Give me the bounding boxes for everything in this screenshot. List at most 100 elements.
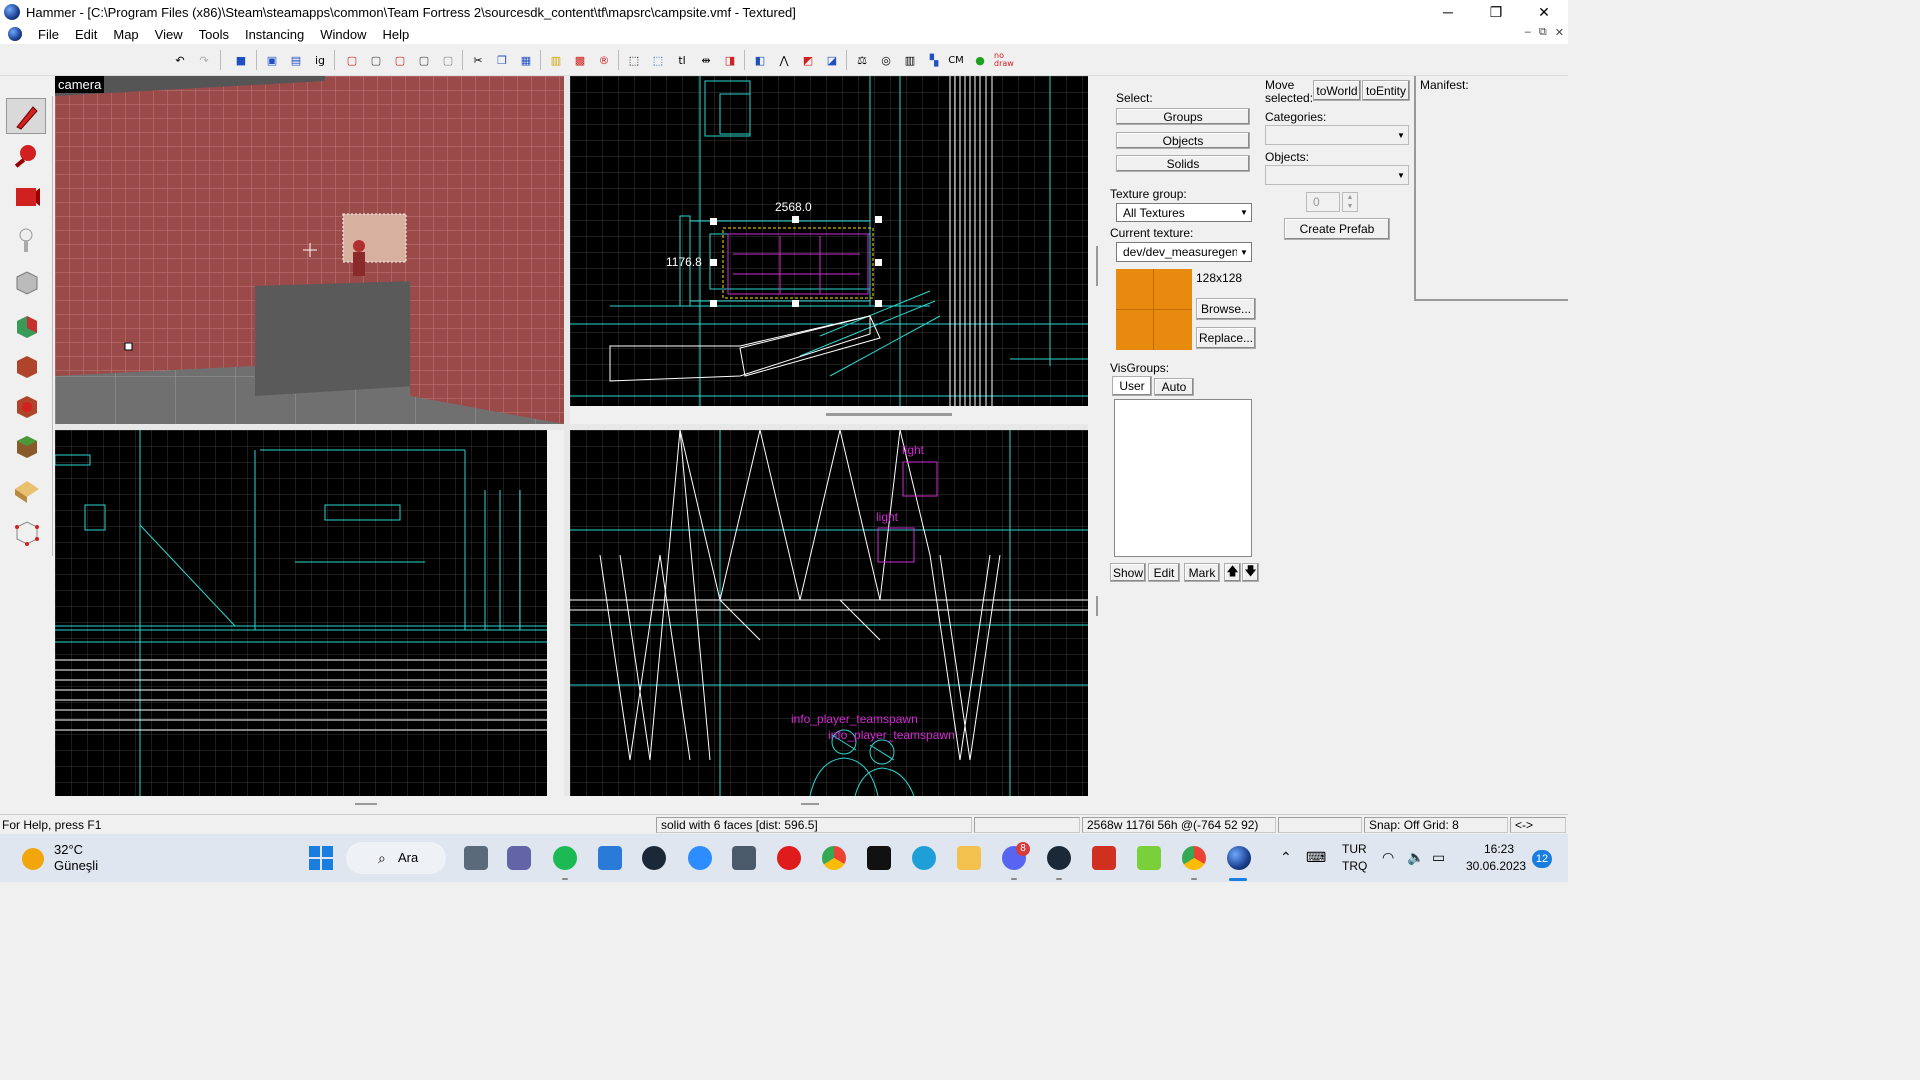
- file-explorer-icon[interactable]: [957, 846, 981, 870]
- block-tool-icon[interactable]: [6, 264, 46, 300]
- copy-icon[interactable]: ❐: [492, 50, 512, 70]
- menu-instancing[interactable]: Instancing: [237, 27, 312, 42]
- visgroup-mark-button[interactable]: Mark: [1184, 563, 1220, 582]
- visgroup-show-button[interactable]: Show: [1110, 563, 1146, 582]
- calculator-icon[interactable]: [732, 846, 756, 870]
- group-icon[interactable]: ▣: [262, 50, 282, 70]
- battery-icon[interactable]: ▭: [1432, 849, 1445, 866]
- zoom-icon[interactable]: [688, 846, 712, 870]
- hide-selected-icon[interactable]: ▢: [342, 50, 362, 70]
- spinner-arrows-icon[interactable]: ▲ ▼: [1342, 192, 1358, 212]
- texture-group-select[interactable]: All Textures ▼: [1116, 203, 1252, 222]
- menu-view[interactable]: View: [147, 27, 191, 42]
- select-objects-button[interactable]: Objects: [1116, 132, 1250, 149]
- vertical-splitter[interactable]: [564, 76, 570, 812]
- paste-icon[interactable]: ▦: [516, 50, 536, 70]
- texture-lock-toggle-icon[interactable]: tl: [672, 50, 692, 70]
- to-entity-button[interactable]: toEntity: [1362, 80, 1410, 101]
- chrome-icon[interactable]: [822, 846, 846, 870]
- grid-dots-icon[interactable]: ▩: [570, 50, 590, 70]
- game-launcher-icon[interactable]: [1137, 846, 1161, 870]
- front-viewport[interactable]: [55, 430, 547, 796]
- opera-icon[interactable]: [777, 846, 801, 870]
- visgroups-list[interactable]: [1114, 399, 1252, 557]
- lang-code-2[interactable]: TRQ: [1342, 859, 1367, 873]
- menu-file[interactable]: File: [30, 27, 67, 42]
- camera-tool-icon[interactable]: [6, 178, 46, 214]
- nodraw-icon[interactable]: no draw: [994, 50, 1014, 70]
- replace-button[interactable]: Replace...: [1196, 327, 1256, 349]
- teams-icon[interactable]: [507, 846, 531, 870]
- visgroup-edit-icon[interactable]: ▢: [438, 50, 458, 70]
- map-properties-icon[interactable]: ◪: [822, 50, 842, 70]
- instances-icon[interactable]: ▚: [924, 50, 944, 70]
- menu-edit[interactable]: Edit: [67, 27, 105, 42]
- objects-select[interactable]: ▼: [1265, 165, 1409, 185]
- mdi-restore-button[interactable]: ⧉: [1539, 26, 1547, 39]
- undo-icon[interactable]: ↶: [170, 50, 190, 70]
- arrow-down-icon[interactable]: 🡇: [1242, 563, 1259, 582]
- netflix-icon[interactable]: [867, 846, 891, 870]
- select-solids-button[interactable]: Solids: [1116, 155, 1250, 172]
- start-icon[interactable]: [309, 846, 333, 870]
- search-box[interactable]: ⌕ Ara: [346, 842, 446, 874]
- viewport-vscroll[interactable]: [1088, 76, 1106, 812]
- restore-button[interactable]: ❐: [1472, 0, 1520, 24]
- side-viewport[interactable]: light light info_player_teamspawn info_p…: [570, 430, 1088, 796]
- document-icon[interactable]: [8, 27, 22, 41]
- ea-icon[interactable]: [1092, 846, 1116, 870]
- notification-badge[interactable]: 12: [1532, 850, 1552, 868]
- selection-tool-icon[interactable]: [6, 98, 46, 134]
- menu-help[interactable]: Help: [374, 27, 417, 42]
- menu-map[interactable]: Map: [105, 27, 146, 42]
- cut-icon[interactable]: ✂: [468, 50, 488, 70]
- entity-tool-icon[interactable]: [6, 222, 46, 258]
- camera-viewport[interactable]: camera: [55, 76, 564, 424]
- store-icon[interactable]: [598, 846, 622, 870]
- mdi-close-button[interactable]: ✕: [1555, 26, 1564, 39]
- texture-scaling-icon[interactable]: ⇹: [696, 50, 716, 70]
- visgroups-tab-user[interactable]: User: [1112, 376, 1152, 396]
- vertex-tool-icon[interactable]: [6, 514, 46, 550]
- radius-culling-icon[interactable]: ®: [594, 50, 614, 70]
- spotify-icon[interactable]: [553, 846, 577, 870]
- helpers-toggle-icon[interactable]: ⚖: [852, 50, 872, 70]
- models-toggle-icon[interactable]: ▥: [900, 50, 920, 70]
- categories-select[interactable]: ▼: [1265, 125, 1409, 145]
- check-map-icon[interactable]: ⋀: [774, 50, 794, 70]
- chrome-profile-icon[interactable]: [1182, 846, 1206, 870]
- flip-icon[interactable]: ◨: [720, 50, 740, 70]
- select-groups-button[interactable]: Groups: [1116, 108, 1250, 125]
- weather-icon[interactable]: [22, 848, 44, 870]
- chevron-up-icon[interactable]: ⌃: [1280, 849, 1292, 866]
- steam-running-icon[interactable]: [1047, 846, 1071, 870]
- 3d-grid-icon[interactable]: ◎: [876, 50, 896, 70]
- minimize-button[interactable]: ─: [1424, 0, 1472, 24]
- lang-code-1[interactable]: TUR: [1342, 842, 1367, 856]
- visgroup-edit-button[interactable]: Edit: [1148, 563, 1180, 582]
- selection-tool-icon[interactable]: ⬚: [648, 50, 668, 70]
- decal-tool-icon[interactable]: [6, 388, 46, 424]
- task-view-icon[interactable]: [464, 846, 488, 870]
- entity-report-icon[interactable]: ◩: [798, 50, 818, 70]
- hammer-taskbar-icon[interactable]: [1227, 846, 1251, 870]
- texture-tool-icon[interactable]: [6, 308, 46, 344]
- cordon-icon[interactable]: CM: [946, 50, 966, 70]
- cordon-toggle-icon[interactable]: ●: [970, 50, 990, 70]
- horizontal-splitter[interactable]: [55, 424, 1105, 430]
- ignore-groups-icon[interactable]: ig: [310, 50, 330, 70]
- apply-texture-icon[interactable]: [6, 348, 46, 384]
- menu-tools[interactable]: Tools: [191, 27, 237, 42]
- run-map-icon[interactable]: ◧: [750, 50, 770, 70]
- top-viewport[interactable]: 2568.0 1176.8: [570, 76, 1088, 406]
- close-button[interactable]: ✕: [1520, 0, 1568, 24]
- clip-tool-icon[interactable]: [6, 472, 46, 508]
- clock-time[interactable]: 16:23: [1484, 842, 1514, 856]
- current-texture-select[interactable]: dev/dev_measuregene ▼: [1116, 242, 1252, 262]
- steam-icon[interactable]: [642, 846, 666, 870]
- hide-unselected-icon[interactable]: ▢: [366, 50, 386, 70]
- edge-icon[interactable]: [912, 846, 936, 870]
- redo-icon[interactable]: ↷: [194, 50, 214, 70]
- lower-viewports-hscroll[interactable]: [55, 796, 1105, 812]
- create-prefab-button[interactable]: Create Prefab: [1284, 218, 1390, 240]
